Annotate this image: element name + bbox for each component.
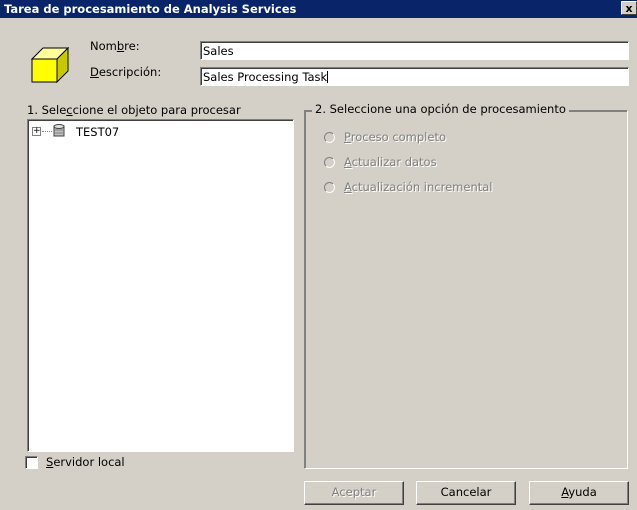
local-server-checkbox[interactable] [25, 456, 38, 469]
name-label: Nombre: [90, 39, 140, 53]
processing-section-label: 2. Seleccione una opción de procesamient… [312, 102, 569, 116]
description-label: Descripción: [90, 65, 162, 79]
expand-icon[interactable]: + [32, 127, 41, 136]
title-bar: Tarea de procesamiento de Analysis Servi… [0, 0, 637, 18]
close-button[interactable]: x [621, 1, 637, 15]
help-button[interactable]: Ayuda [529, 481, 629, 505]
cube-icon [31, 47, 69, 83]
ok-button[interactable]: Aceptar [304, 481, 404, 505]
window-title: Tarea de procesamiento de Analysis Servi… [4, 2, 297, 16]
close-icon: x [625, 2, 633, 15]
tree-node-label: TEST07 [76, 125, 120, 139]
radio-icon[interactable] [324, 157, 335, 168]
database-icon [53, 124, 65, 137]
radio-icon[interactable] [324, 132, 335, 143]
name-field[interactable]: Sales [200, 41, 629, 60]
object-section-label: 1. Seleccione el objeto para procesar [27, 103, 241, 117]
description-field[interactable]: Sales Processing Task [200, 67, 629, 86]
object-tree[interactable]: + TEST07 [27, 119, 294, 452]
cancel-button[interactable]: Cancelar [416, 481, 516, 505]
local-server-label[interactable]: Servidor local [46, 455, 125, 469]
radio-icon[interactable] [324, 182, 335, 193]
